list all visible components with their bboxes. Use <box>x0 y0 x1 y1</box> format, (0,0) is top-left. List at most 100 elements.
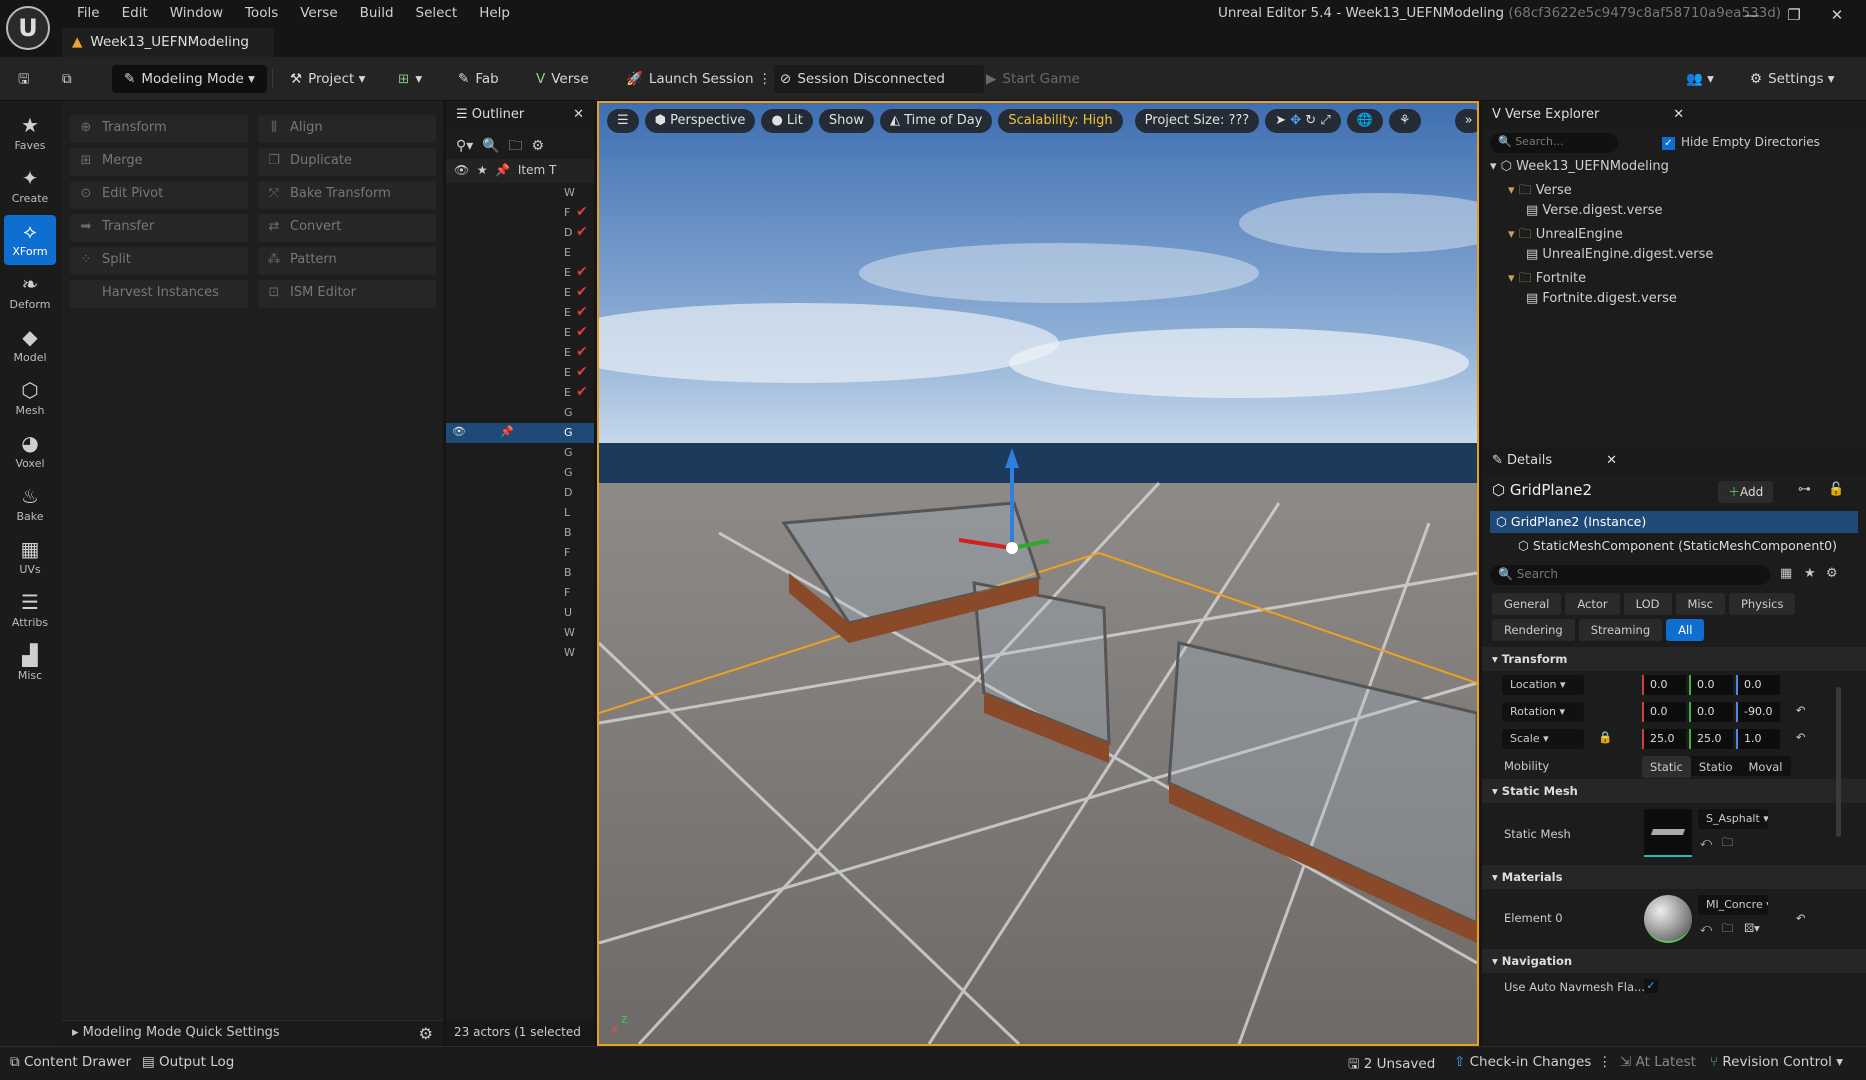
close-window-icon[interactable]: ✕ <box>1825 6 1849 24</box>
verse-search-input[interactable]: 🔍 Search... <box>1490 133 1618 153</box>
filter-icon[interactable]: ⚲▾ <box>456 138 473 154</box>
add-folder-icon[interactable]: 🗀 <box>509 138 523 154</box>
menu-item-verse[interactable]: Verse <box>289 2 348 24</box>
browse-asset-icon[interactable]: 🗀 <box>1722 835 1734 854</box>
outliner-row[interactable]: W <box>446 643 594 663</box>
verse-button[interactable]: V Verse <box>530 65 595 93</box>
filter-general[interactable]: General <box>1492 593 1562 615</box>
scalability-button[interactable]: Scalability: High <box>998 109 1123 133</box>
material-thumbnail[interactable] <box>1644 895 1692 943</box>
show-button[interactable]: Show <box>818 109 874 133</box>
tool-transform[interactable]: ⊕ Transform <box>70 115 248 143</box>
object-name[interactable]: GridPlane2 <box>1510 481 1592 499</box>
reset-icon[interactable]: ↶ <box>1796 730 1806 744</box>
project-dropdown[interactable]: ⚒ Project ▾ <box>284 65 371 93</box>
menu-item-select[interactable]: Select <box>405 2 469 24</box>
outliner-row[interactable]: E ✔ <box>446 323 594 343</box>
location-z-field[interactable]: 0.0 <box>1736 675 1780 695</box>
static-mesh-section[interactable]: ▾ Static Mesh <box>1482 779 1866 803</box>
menu-item-build[interactable]: Build <box>349 2 405 24</box>
verse-tree-folder[interactable]: ▾ 🗀 UnrealEngine <box>1490 225 1866 247</box>
surface-snap-icon[interactable]: ⚘ <box>1388 109 1421 133</box>
mode-deform[interactable]: ❧ Deform <box>4 268 56 318</box>
mobility-statio[interactable]: Statio <box>1691 756 1741 778</box>
transform-section[interactable]: ▾ Transform <box>1482 647 1866 671</box>
revision-control-dropdown[interactable]: ⑂ Revision Control ▾ <box>1710 1054 1843 1070</box>
navmesh-checkbox[interactable]: ✓ <box>1644 979 1658 993</box>
tool-edit-pivot[interactable]: ⊙ Edit Pivot <box>70 181 248 209</box>
rotation-dropdown[interactable]: Rotation ▾ <box>1502 702 1584 722</box>
unsaved-button[interactable]: 🖫 2 Unsaved <box>1348 1054 1435 1077</box>
tool-ism-editor[interactable]: ⊡ ISM Editor <box>258 280 436 308</box>
mode-xform[interactable]: ⟡ XForm <box>4 215 56 265</box>
verse-tree-root[interactable]: ▾ ⬡ Week13_UEFNModeling <box>1490 159 1866 181</box>
mode-attribs[interactable]: ☰ Attribs <box>4 586 56 636</box>
perspective-button[interactable]: ⬢ Perspective <box>644 109 756 133</box>
outliner-row[interactable]: F <box>446 583 594 603</box>
scale-y-field[interactable]: 25.0 <box>1689 729 1733 749</box>
navigation-section[interactable]: ▾ Navigation <box>1482 949 1866 973</box>
mobility-static[interactable]: Static <box>1642 756 1691 778</box>
outliner-row[interactable]: E <box>446 243 594 263</box>
expand-toolbar-icon[interactable]: » <box>1454 109 1477 133</box>
fab-button[interactable]: ✎ Fab <box>452 65 505 93</box>
location-y-field[interactable]: 0.0 <box>1689 675 1733 695</box>
filter-streaming[interactable]: Streaming <box>1578 619 1663 641</box>
world-space-icon[interactable]: 🌐 <box>1346 109 1383 133</box>
outliner-row[interactable]: G <box>446 443 594 463</box>
outliner-row[interactable]: F ✔ <box>446 203 594 223</box>
tool-merge[interactable]: ⊞ Merge <box>70 148 248 176</box>
maximize-icon[interactable]: ❐ <box>1782 6 1806 24</box>
reset-icon[interactable]: ↶ <box>1796 911 1806 925</box>
outliner-row[interactable]: E ✔ <box>446 363 594 383</box>
details-scrollbar[interactable] <box>1836 687 1841 837</box>
viewport-menu-icon[interactable]: ☰ <box>607 109 639 133</box>
mode-bake[interactable]: ♨ Bake <box>4 480 56 530</box>
mode-uvs[interactable]: ▦ UVs <box>4 533 56 583</box>
verse-tree-file[interactable]: ▤ Fortnite.digest.verse <box>1490 291 1866 313</box>
launch-session-button[interactable]: 🚀 Launch Session <box>620 65 760 93</box>
favorite-icon[interactable]: ★ <box>477 163 488 177</box>
use-selected-icon[interactable]: ⤺ <box>1700 835 1712 850</box>
hide-empty-toggle[interactable]: ✓ Hide Empty Directories <box>1662 135 1820 150</box>
verse-tree-folder[interactable]: ▾ 🗀 Fortnite <box>1490 269 1866 291</box>
menu-item-tools[interactable]: Tools <box>234 2 289 24</box>
menu-item-help[interactable]: Help <box>468 2 521 24</box>
project-size-button[interactable]: Project Size: ??? <box>1134 109 1260 133</box>
tool-convert[interactable]: ⇄ Convert <box>258 214 436 242</box>
component-row[interactable]: ⬡ StaticMeshComponent (StaticMeshCompone… <box>1490 535 1858 557</box>
details-search-input[interactable]: 🔍 Search <box>1490 565 1770 585</box>
mode-create[interactable]: ✦ Create <box>4 162 56 212</box>
mesh-thumbnail[interactable] <box>1644 809 1692 857</box>
close-icon[interactable]: ✕ <box>1673 107 1684 122</box>
menu-item-window[interactable]: Window <box>159 2 234 24</box>
outliner-row[interactable]: F <box>446 543 594 563</box>
mobility-moval[interactable]: Moval <box>1741 756 1791 778</box>
tool-duplicate[interactable]: ❐ Duplicate <box>258 148 436 176</box>
outliner-row[interactable]: G <box>446 463 594 483</box>
pin-icon[interactable]: 📌 <box>500 425 514 438</box>
outliner-row[interactable]: E ✔ <box>446 283 594 303</box>
browse-icon[interactable]: ⧉ <box>56 65 78 93</box>
outliner-row[interactable]: E ✔ <box>446 383 594 403</box>
verse-tree-folder[interactable]: ▾ 🗀 Verse <box>1490 181 1866 203</box>
outliner-row[interactable]: L <box>446 503 594 523</box>
mode-mesh[interactable]: ⬡ Mesh <box>4 374 56 424</box>
tool-split[interactable]: ⁘ Split <box>70 247 248 275</box>
mode-model[interactable]: ◆ Model <box>4 321 56 371</box>
filter-actor[interactable]: Actor <box>1565 593 1620 615</box>
filter-lod[interactable]: LOD <box>1623 593 1672 615</box>
material-options-icon[interactable]: ⚄▾ <box>1744 921 1760 935</box>
translate-icon[interactable]: ✥ <box>1290 113 1301 128</box>
pin-icon[interactable]: 📌 <box>495 163 510 177</box>
select-icon[interactable]: ➤ <box>1275 113 1286 128</box>
scale-dropdown[interactable]: Scale ▾ <box>1502 729 1584 749</box>
visibility-icon[interactable]: 👁 <box>452 425 466 438</box>
content-drawer-button[interactable]: ⧉ Content Drawer <box>10 1054 131 1070</box>
static-mesh-dropdown[interactable]: S_Asphalt ▾ <box>1698 809 1768 829</box>
close-icon[interactable]: ✕ <box>573 107 584 122</box>
filter-all[interactable]: All <box>1666 619 1705 641</box>
menu-item-edit[interactable]: Edit <box>111 2 159 24</box>
quick-settings-bar[interactable]: ▸ Modeling Mode Quick Settings ⚙ <box>62 1020 443 1046</box>
rotation-y-field[interactable]: 0.0 <box>1689 702 1733 722</box>
